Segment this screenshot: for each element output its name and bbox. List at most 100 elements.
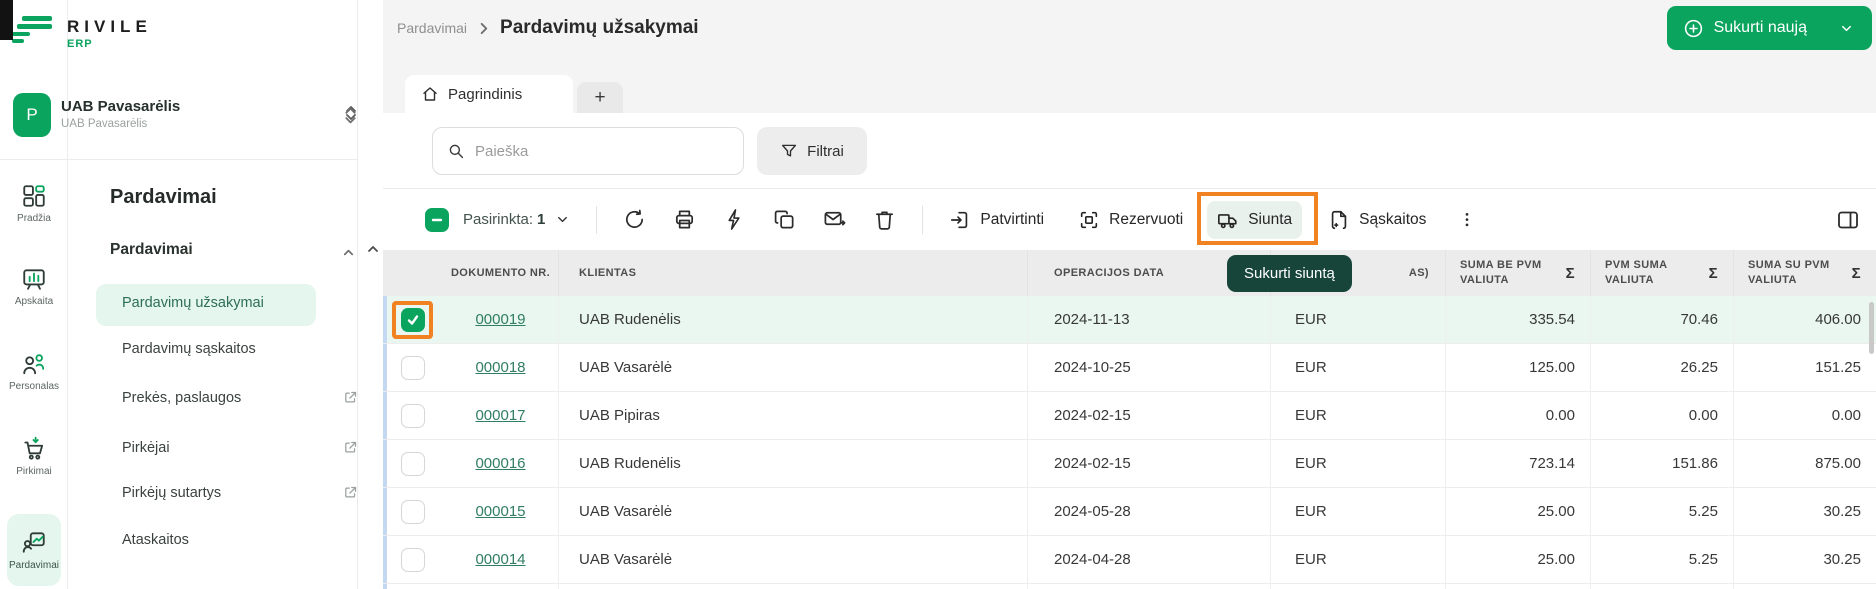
search-input[interactable] xyxy=(475,143,729,160)
column-header-sum-vat[interactable]: PVM SUMA VALIUTA Σ xyxy=(1590,250,1733,296)
invoice-plus-icon xyxy=(1328,209,1350,231)
chevron-right-icon xyxy=(477,22,490,35)
document-link[interactable]: 000016 xyxy=(475,455,525,472)
sum-vat-cell: 70.46 xyxy=(1680,311,1718,328)
rail-label: Pradžia xyxy=(17,213,51,224)
document-link[interactable]: 000014 xyxy=(475,551,525,568)
create-new-button[interactable]: Sukurti naują xyxy=(1667,6,1872,50)
sigma-icon[interactable]: Σ xyxy=(1566,265,1575,282)
main-content: Pardavimai Pardavimų užsakymai Sukurti n… xyxy=(383,0,1876,589)
sidebar-item-pardavimu-uzsakymai[interactable]: Pardavimų užsakymai xyxy=(122,295,264,311)
column-header-client[interactable]: KLIENTAS xyxy=(558,250,1027,296)
shipment-button[interactable]: Siunta xyxy=(1207,201,1302,239)
selected-label: Pasirinkta: xyxy=(463,211,533,228)
rail-item-pardavimai[interactable]: Pardavimai xyxy=(7,514,61,586)
select-all-checkbox[interactable] xyxy=(425,208,449,232)
sidebar-title: Pardavimai xyxy=(110,186,217,209)
rail-item-apskaita[interactable]: Apskaita xyxy=(0,266,68,307)
row-checkbox-checked[interactable] xyxy=(401,308,425,332)
sum-gross-cell: 0.00 xyxy=(1832,407,1861,424)
vertical-scrollbar[interactable] xyxy=(1869,302,1874,354)
sidebar-item-ataskaitos[interactable]: Ataskaitos xyxy=(122,532,189,548)
client-cell: UAB Pipiras xyxy=(579,407,660,424)
sum-vat-cell: 26.25 xyxy=(1680,359,1718,376)
currency-cell: EUR xyxy=(1295,551,1327,568)
sum-vat-cell: 151.86 xyxy=(1672,455,1718,472)
shipment-button-wrap: Siunta xyxy=(1207,201,1302,239)
rail-item-personalas[interactable]: Personalas xyxy=(0,351,68,392)
sidebar-section-pardavimai[interactable]: Pardavimai xyxy=(110,241,346,259)
selection-dropdown-icon[interactable] xyxy=(555,212,570,227)
row-checkbox[interactable] xyxy=(401,404,425,428)
sum-net-cell: 25.00 xyxy=(1537,503,1575,520)
sum-vat-cell: 5.25 xyxy=(1689,503,1718,520)
currency-cell: EUR xyxy=(1295,359,1327,376)
add-tab-button[interactable]: + xyxy=(577,82,623,113)
breadcrumb-parent[interactable]: Pardavimai xyxy=(397,20,467,36)
rail-item-pirkimai[interactable]: Pirkimai xyxy=(0,436,68,477)
date-cell: 2024-11-13 xyxy=(1054,311,1130,328)
sidebar-collapse-icon[interactable] xyxy=(343,106,358,125)
confirm-button[interactable]: Patvirtinti xyxy=(939,201,1054,239)
refresh-icon[interactable] xyxy=(623,208,646,231)
document-link[interactable]: 000018 xyxy=(475,359,525,376)
sum-gross-cell: 875.00 xyxy=(1815,455,1861,472)
document-link[interactable]: 000017 xyxy=(475,407,525,424)
copy-icon[interactable] xyxy=(773,208,796,231)
filters-button[interactable]: Filtrai xyxy=(757,127,867,175)
sidebar-item-pirkeju-sutartys[interactable]: Pirkėjų sutartys xyxy=(122,485,221,501)
document-link[interactable]: 000015 xyxy=(475,503,525,520)
sum-gross-cell: 151.25 xyxy=(1815,359,1861,376)
toolbar-separator xyxy=(596,206,597,234)
row-checkbox[interactable] xyxy=(401,548,425,572)
kebab-menu-icon[interactable] xyxy=(1458,210,1476,230)
chevron-down-icon xyxy=(1839,21,1854,36)
rail-label: Pirkimai xyxy=(16,466,52,477)
column-header-sum-gross[interactable]: SUMA SU PVM VALIUTA Σ xyxy=(1733,250,1876,296)
sigma-icon[interactable]: Σ xyxy=(1852,265,1861,282)
table-row: 000016 UAB Rudenėlis 2024-02-15 EUR 723.… xyxy=(383,440,1876,488)
toolbar-separator xyxy=(922,206,923,234)
row-checkbox[interactable] xyxy=(401,452,425,476)
sum-gross-cell: 406.00 xyxy=(1815,311,1861,328)
client-cell: UAB Vasarėlė xyxy=(579,551,672,568)
column-header-sum-net[interactable]: SUMA BE PVM VALIUTA Σ xyxy=(1445,250,1590,296)
sidebar-pardavimai: Pardavimai Pardavimai Pardavimų užsakyma… xyxy=(68,0,358,589)
sum-net-cell: 25.00 xyxy=(1537,551,1575,568)
invoices-button[interactable]: Sąskaitos xyxy=(1318,201,1436,239)
rivile-logo-icon xyxy=(10,12,58,52)
external-link-icon[interactable] xyxy=(343,440,358,455)
cart-icon xyxy=(21,436,47,462)
print-icon[interactable] xyxy=(673,208,696,231)
table-row-partial xyxy=(383,584,1876,589)
rail-item-pradzia[interactable]: Pradžia xyxy=(0,183,68,224)
sidebar-item-pirkejai[interactable]: Pirkėjai xyxy=(122,440,170,456)
external-link-icon[interactable] xyxy=(343,485,358,500)
sidebar-item-pardavimu-saskaitos[interactable]: Pardavimų sąskaitos xyxy=(122,341,256,357)
section-collapse-icon[interactable] xyxy=(342,246,355,259)
sigma-icon[interactable]: Σ xyxy=(1709,265,1718,282)
currency-cell: EUR xyxy=(1295,503,1327,520)
company-selector[interactable]: P UAB Pavasarėlis UAB Pavasarėlis xyxy=(13,93,343,137)
company-avatar: P xyxy=(13,93,51,137)
reserve-button[interactable]: Rezervuoti xyxy=(1068,201,1193,239)
rail-label: Apskaita xyxy=(15,296,53,307)
external-link-icon[interactable] xyxy=(343,390,358,405)
send-email-icon[interactable] xyxy=(823,208,846,231)
dashboard-icon xyxy=(21,183,47,209)
trash-icon[interactable] xyxy=(873,208,896,231)
client-cell: UAB Vasarėlė xyxy=(579,503,672,520)
client-cell: UAB Rudenėlis xyxy=(579,455,681,472)
row-checkbox[interactable] xyxy=(401,356,425,380)
reserve-icon xyxy=(1078,209,1100,231)
document-link[interactable]: 000019 xyxy=(475,311,525,328)
tab-pagrindinis[interactable]: Pagrindinis xyxy=(405,75,573,113)
sidebar-item-prekes-paslaugos[interactable]: Prekės, paslaugos xyxy=(122,390,241,406)
column-header-doc[interactable]: DOKUMENTO NR. xyxy=(443,250,558,296)
lightning-icon[interactable] xyxy=(723,208,746,231)
row-checkbox[interactable] xyxy=(401,500,425,524)
selected-count: 1 xyxy=(537,211,545,228)
columns-panel-icon[interactable] xyxy=(1836,208,1860,232)
sidebar-divider xyxy=(0,159,358,160)
sum-net-cell: 125.00 xyxy=(1529,359,1575,376)
